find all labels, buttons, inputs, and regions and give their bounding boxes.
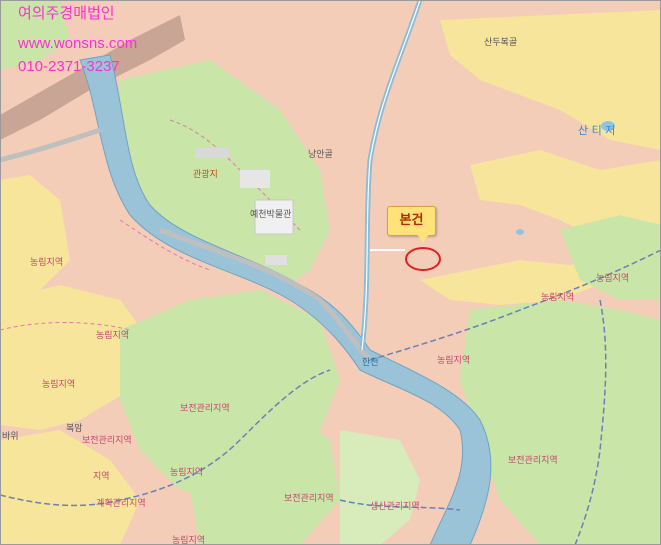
river-label: 한천 — [362, 358, 379, 368]
watermark-phone: 010-2371-3237 — [18, 58, 120, 75]
place-label-bogam: 복암 — [66, 424, 83, 434]
zone-label: 농림지역 — [96, 331, 130, 341]
zone-label: 농림지역 — [596, 274, 630, 284]
subject-property-marker — [405, 247, 441, 271]
map-view[interactable]: 산두복골 산 티 저 낭안골 관광지 예천박물관 한천 농림지역 농림지역 농림… — [0, 0, 661, 545]
place-label-namangol: 낭안골 — [308, 150, 333, 160]
place-label-tourist: 관광지 — [193, 170, 218, 180]
zone-label: 농림지역 — [30, 258, 64, 268]
zone-label: 농림지역 — [437, 356, 471, 366]
place-label-sandubokgol: 산두복골 — [484, 38, 518, 48]
museum-label: 예천박물관 — [250, 210, 292, 220]
zone-label: 농림지역 — [541, 293, 575, 303]
zone-label: 지역 — [93, 472, 110, 482]
zone-label: 보전관리지역 — [284, 494, 334, 504]
zone-label: 생산관리지역 — [370, 502, 420, 512]
zone-label: 농림지역 — [172, 536, 206, 545]
zone-label: 계획관리지역 — [96, 499, 146, 509]
callout-pointer — [417, 234, 429, 243]
map-base-layer — [0, 0, 661, 545]
zone-label: 농림지역 — [170, 468, 204, 478]
watermark-company: 여의주경매법인 — [18, 5, 115, 22]
zone-label: 농림지역 — [42, 380, 76, 390]
zone-label: 보전관리지역 — [180, 404, 230, 414]
place-label-bawi: 바위 — [2, 432, 19, 442]
reservoir-label: 산 티 저 — [578, 124, 616, 137]
zone-label: 보전관리지역 — [508, 456, 558, 466]
subject-property-callout: 본건 — [387, 206, 436, 236]
zone-label: 보전관리지역 — [82, 436, 132, 446]
watermark-url: www.wonsns.com — [18, 35, 138, 52]
